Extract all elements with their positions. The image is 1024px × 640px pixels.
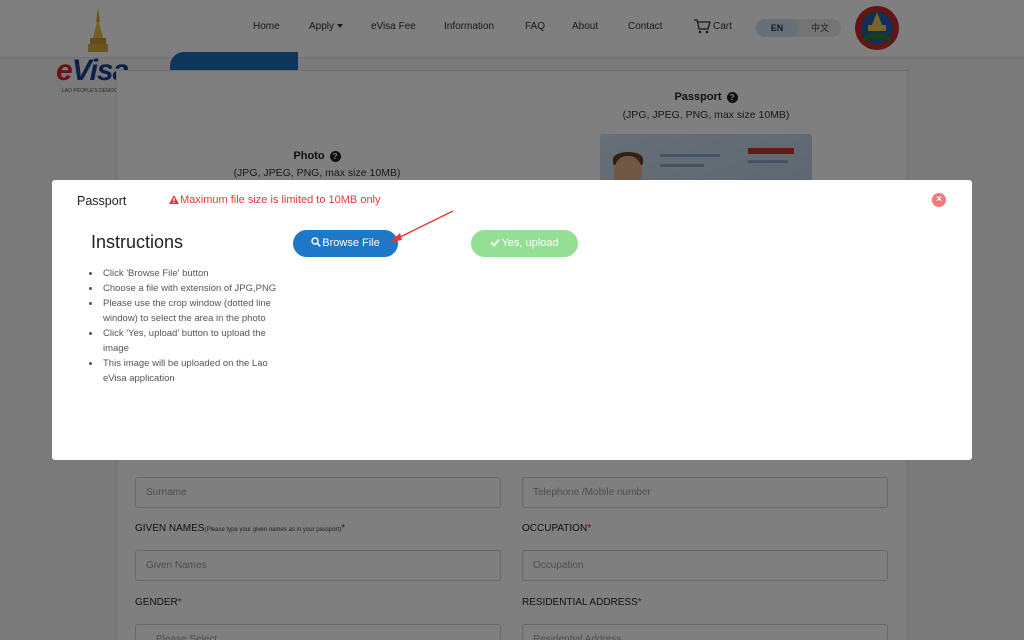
file-size-warning: Maximum file size is limited to 10MB onl… (169, 194, 381, 206)
warning-text: Maximum file size is limited to 10MB onl… (180, 194, 381, 206)
yes-upload-button[interactable]: Yes, upload (471, 230, 578, 257)
browse-file-button[interactable]: Browse File (293, 230, 398, 257)
list-item: Click 'Browse File' button (89, 266, 279, 281)
instructions-list: Click 'Browse File' button Choose a file… (89, 266, 279, 386)
warning-icon (169, 195, 179, 204)
passport-upload-modal: Passport Maximum file size is limited to… (52, 180, 972, 460)
check-icon (490, 238, 501, 247)
list-item: Choose a file with extension of JPG,PNG (89, 281, 279, 296)
pointer-arrow-icon (390, 210, 454, 242)
modal-title: Passport (77, 194, 127, 208)
browse-file-label: Browse File (322, 237, 380, 249)
list-item: Click 'Yes, upload' button to upload the… (89, 326, 279, 356)
list-item: This image will be uploaded on the Lao e… (89, 356, 279, 386)
search-icon (311, 237, 322, 247)
list-item: Please use the crop window (dotted line … (89, 296, 279, 326)
close-icon: × (936, 194, 942, 205)
yes-upload-label: Yes, upload (501, 237, 559, 249)
close-button[interactable]: × (932, 193, 946, 207)
instructions-title: Instructions (91, 232, 184, 252)
